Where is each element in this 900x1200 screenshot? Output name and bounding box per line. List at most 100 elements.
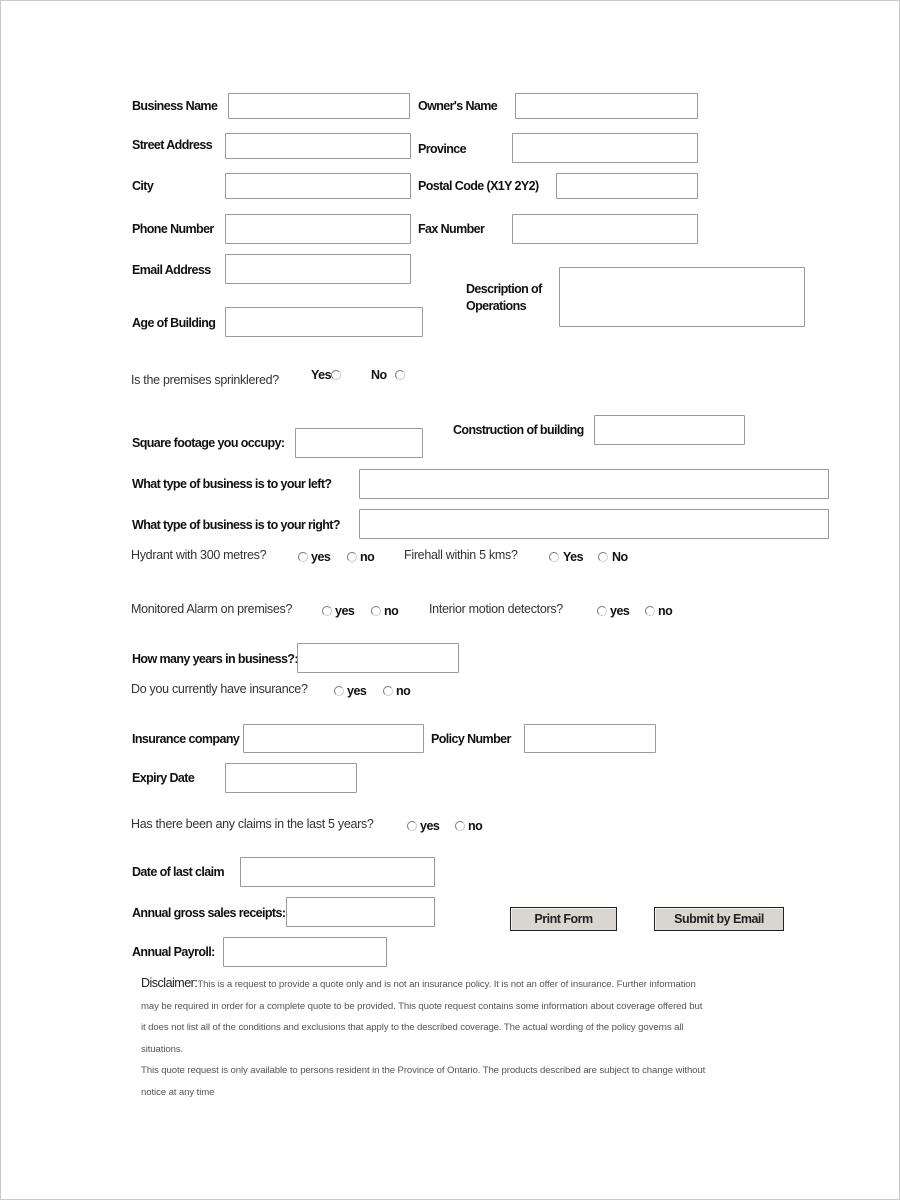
disclaimer: Disclaimer:This is a request to provide … bbox=[141, 973, 831, 1103]
insurance-company-field[interactable] bbox=[243, 724, 424, 753]
annual-payroll-field[interactable] bbox=[223, 937, 387, 967]
hydrant-yes-option[interactable]: yes bbox=[298, 550, 331, 564]
business-right-label: What type of business is to your right? bbox=[132, 518, 340, 532]
business-name-field[interactable] bbox=[228, 93, 410, 119]
sprinklered-yes-option[interactable]: Yes bbox=[311, 368, 342, 382]
construction-field[interactable] bbox=[594, 415, 745, 445]
city-input[interactable] bbox=[226, 174, 410, 198]
motion-detectors-no-label: no bbox=[658, 604, 673, 618]
owners-name-field[interactable] bbox=[515, 93, 698, 119]
email-address-field[interactable] bbox=[225, 254, 411, 284]
firehall-yes-option[interactable]: Yes bbox=[549, 550, 584, 564]
claims-no-radio[interactable] bbox=[455, 821, 465, 831]
square-footage-field[interactable] bbox=[295, 428, 423, 458]
motion-detectors-yes-label: yes bbox=[610, 604, 630, 618]
disclaimer-text-1: This is a request to provide a quote onl… bbox=[197, 979, 696, 990]
current-insurance-no-label: no bbox=[396, 684, 411, 698]
owners-name-label: Owner's Name bbox=[418, 99, 498, 113]
claims-yes-radio[interactable] bbox=[407, 821, 417, 831]
form-page: Business Name Owner's Name Street Addres… bbox=[0, 0, 900, 1200]
annual-gross-sales-input[interactable] bbox=[287, 898, 434, 926]
current-insurance-yes-option[interactable]: yes bbox=[334, 684, 367, 698]
postal-code-field[interactable] bbox=[556, 173, 698, 199]
current-insurance-no-option[interactable]: no bbox=[383, 684, 411, 698]
sprinklered-question: Is the premises sprinklered? bbox=[131, 373, 279, 387]
expiry-date-label: Expiry Date bbox=[132, 771, 195, 785]
motion-detectors-yes-option[interactable]: yes bbox=[597, 604, 630, 618]
insurance-company-input[interactable] bbox=[244, 725, 423, 752]
square-footage-input[interactable] bbox=[296, 429, 422, 457]
business-left-field[interactable] bbox=[359, 469, 829, 499]
sprinklered-no-radio[interactable] bbox=[394, 370, 405, 380]
city-field[interactable] bbox=[225, 173, 411, 199]
claims-no-label: no bbox=[468, 819, 483, 833]
disclaimer-line-2: may be required in order for a complete … bbox=[141, 1000, 703, 1012]
firehall-question: Firehall within 5 kms? bbox=[404, 548, 518, 562]
postal-code-label: Postal Code (X1Y 2Y2) bbox=[418, 179, 539, 193]
firehall-no-option[interactable]: No bbox=[598, 550, 628, 564]
monitored-alarm-yes-radio[interactable] bbox=[322, 606, 332, 616]
sprinklered-yes-radio[interactable] bbox=[331, 370, 342, 380]
expiry-date-input[interactable] bbox=[226, 764, 356, 792]
annual-payroll-label: Annual Payroll: bbox=[132, 945, 215, 959]
monitored-alarm-yes-option[interactable]: yes bbox=[322, 604, 355, 618]
current-insurance-yes-radio[interactable] bbox=[334, 686, 344, 696]
motion-detectors-no-option[interactable]: no bbox=[645, 604, 673, 618]
owners-name-input[interactable] bbox=[516, 94, 697, 118]
province-field[interactable] bbox=[512, 133, 698, 163]
hydrant-yes-radio[interactable] bbox=[298, 552, 308, 562]
motion-detectors-yes-radio[interactable] bbox=[597, 606, 607, 616]
age-of-building-input[interactable] bbox=[226, 308, 422, 336]
disclaimer-line-6: notice at any time bbox=[141, 1086, 215, 1098]
years-in-business-input[interactable] bbox=[298, 644, 458, 672]
fax-number-input[interactable] bbox=[513, 215, 697, 243]
print-form-button[interactable]: Print Form bbox=[510, 907, 617, 931]
claims-yes-option[interactable]: yes bbox=[407, 819, 440, 833]
email-address-input[interactable] bbox=[226, 255, 410, 283]
business-left-input[interactable] bbox=[360, 470, 828, 498]
phone-number-label: Phone Number bbox=[132, 222, 214, 236]
submit-by-email-button[interactable]: Submit by Email bbox=[654, 907, 784, 931]
hydrant-no-radio[interactable] bbox=[347, 552, 357, 562]
street-address-input[interactable] bbox=[226, 134, 410, 158]
street-address-field[interactable] bbox=[225, 133, 411, 159]
business-name-input[interactable] bbox=[229, 94, 409, 118]
firehall-no-radio[interactable] bbox=[598, 552, 608, 562]
firehall-yes-radio[interactable] bbox=[549, 552, 559, 562]
fax-number-field[interactable] bbox=[512, 214, 698, 244]
years-in-business-label: How many years in business?: bbox=[132, 652, 299, 666]
business-right-field[interactable] bbox=[359, 509, 829, 539]
hydrant-no-option[interactable]: no bbox=[347, 550, 375, 564]
monitored-alarm-no-option[interactable]: no bbox=[371, 604, 399, 618]
description-operations-label-2: Operations bbox=[466, 299, 527, 313]
years-in-business-field[interactable] bbox=[297, 643, 459, 673]
description-operations-field[interactable] bbox=[559, 267, 805, 327]
current-insurance-no-radio[interactable] bbox=[383, 686, 393, 696]
construction-label: Construction of building bbox=[453, 423, 584, 437]
province-label: Province bbox=[418, 142, 467, 156]
expiry-date-field[interactable] bbox=[225, 763, 357, 793]
annual-gross-sales-field[interactable] bbox=[286, 897, 435, 927]
phone-number-input[interactable] bbox=[226, 215, 410, 243]
annual-gross-sales-label: Annual gross sales receipts: bbox=[132, 906, 286, 920]
construction-input[interactable] bbox=[595, 416, 744, 444]
postal-code-input[interactable] bbox=[557, 174, 697, 198]
province-input[interactable] bbox=[513, 134, 697, 162]
disclaimer-line-5: This quote request is only available to … bbox=[141, 1065, 706, 1076]
date-of-last-claim-input[interactable] bbox=[241, 858, 434, 886]
business-right-input[interactable] bbox=[360, 510, 828, 538]
annual-payroll-input[interactable] bbox=[224, 938, 386, 966]
firehall-yes-label: Yes bbox=[563, 550, 584, 564]
insurance-company-label: Insurance company bbox=[132, 732, 240, 746]
phone-number-field[interactable] bbox=[225, 214, 411, 244]
monitored-alarm-no-radio[interactable] bbox=[371, 606, 381, 616]
claims-no-option[interactable]: no bbox=[455, 819, 483, 833]
policy-number-field[interactable] bbox=[524, 724, 656, 753]
motion-detectors-no-radio[interactable] bbox=[645, 606, 655, 616]
description-operations-textarea[interactable] bbox=[560, 268, 804, 326]
sprinklered-no-option[interactable]: No bbox=[371, 368, 405, 382]
policy-number-input[interactable] bbox=[525, 725, 655, 752]
date-of-last-claim-field[interactable] bbox=[240, 857, 435, 887]
age-of-building-field[interactable] bbox=[225, 307, 423, 337]
date-of-last-claim-label: Date of last claim bbox=[132, 865, 225, 879]
